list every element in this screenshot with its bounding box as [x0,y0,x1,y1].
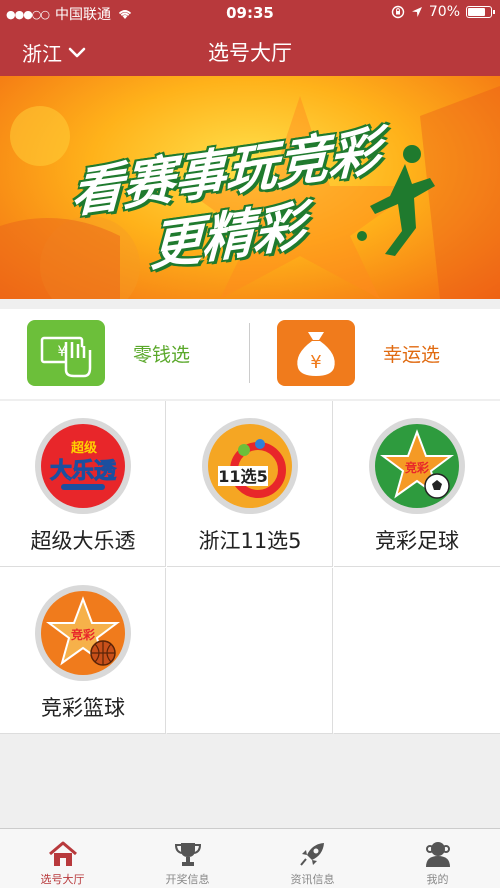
game-name: 竞彩篮球 [41,696,125,720]
small-change-pick-label: 零钱选 [133,343,191,366]
money-bag-icon: ¥ [277,320,355,386]
nav-bar: 浙江 选号大厅 [0,26,500,76]
game-tile-super-lotto[interactable]: 超级 大乐透 超级大乐透 [0,401,166,567]
cash-hand-icon: ¥ [27,320,105,386]
empty-tile [334,568,500,734]
rocket-icon [299,843,324,866]
basketball-logo-text: 竞彩 [71,627,95,642]
game-name: 竞彩足球 [375,529,459,553]
super-lotto-logo-sub: 超级 [71,440,98,456]
lottery-game-grid: 超级 大乐透 超级大乐透 11选5 浙江11选5 竞彩 竞彩足球 竞彩 竞彩篮球 [0,401,500,734]
lucky-pick-button[interactable]: ¥ 幸运选 [277,320,440,386]
empty-tile [167,568,333,734]
battery-icon [466,6,495,18]
quick-pick-row: ¥ 零钱选 ¥ 幸运选 [0,309,500,399]
status-bar: ●●●○○ 中国联通 09:35 70% [0,0,500,26]
rotation-lock-icon [391,5,405,19]
bottom-tab-bar: 选号大厅 开奖信息 资讯信息 我的 [0,828,500,888]
tab-label: 开奖信息 [165,873,210,886]
tab-label: 选号大厅 [40,873,85,886]
page-title: 选号大厅 [208,41,292,65]
zhejiang-11x5-logo-text: 11选5 [218,467,267,486]
game-tile-basketball[interactable]: 竞彩 竞彩篮球 [0,568,166,734]
game-tile-football[interactable]: 竞彩 竞彩足球 [334,401,500,567]
tab-draw-results[interactable]: 开奖信息 [125,829,250,888]
svg-text:¥: ¥ [310,352,321,373]
user-icon [425,842,450,867]
location-icon [411,7,422,17]
game-name: 超级大乐透 [30,529,136,553]
tab-news[interactable]: 资讯信息 [250,829,375,888]
basketball-logo: 竞彩 [35,585,131,681]
tab-label: 资讯信息 [290,873,335,886]
game-name: 浙江11选5 [198,529,302,553]
lucky-pick-label: 幸运选 [383,343,441,366]
super-lotto-logo: 超级 大乐透 [35,418,131,514]
promo-banner[interactable]: 看赛事玩竞彩 更精彩 [0,76,500,299]
zhejiang-11x5-logo: 11选5 [202,418,298,514]
small-change-pick-button[interactable]: ¥ 零钱选 [27,320,190,386]
tab-label: 我的 [426,873,449,886]
battery-percent: 70% [428,4,460,20]
football-logo-text: 竞彩 [405,460,429,475]
tab-mine[interactable]: 我的 [375,829,500,888]
home-icon [48,841,77,866]
super-lotto-logo-text: 大乐透 [50,459,117,484]
football-logo: 竞彩 [369,418,465,514]
divider [249,323,250,383]
tab-lottery-hall[interactable]: 选号大厅 [0,829,125,888]
game-tile-zhejiang-11x5[interactable]: 11选5 浙江11选5 [167,401,333,567]
trophy-icon [174,843,201,866]
